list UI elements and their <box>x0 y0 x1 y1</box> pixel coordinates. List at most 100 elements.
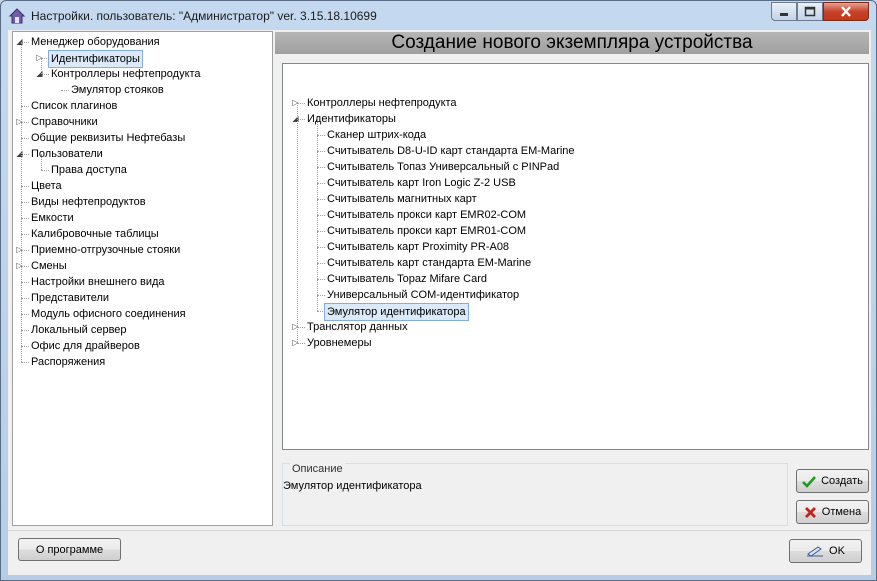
window-title: Настройки. пользователь: "Администратор"… <box>31 9 377 23</box>
settings-tree-item[interactable]: Офис для драйверов <box>31 338 140 354</box>
settings-tree-item-label: Список плагинов <box>31 100 118 112</box>
header-title: Создание нового экземпляра устройства <box>391 32 753 53</box>
settings-tree-item[interactable]: Распоряжения <box>31 354 105 370</box>
device-tree-item[interactable]: Считыватель карт стандарта EM-Marine <box>327 255 531 271</box>
collapse-arrow-icon[interactable]: ◢ <box>15 37 24 46</box>
settings-tree-item[interactable]: Эмулятор стояков <box>71 82 164 98</box>
device-tree-item-label: Считыватель Topaz Mifare Card <box>327 273 487 285</box>
cancel-button[interactable]: Отмена <box>796 500 869 524</box>
device-tree-item[interactable]: Считыватель карт Iron Logic Z-2 USB <box>327 175 516 191</box>
tree-connector <box>21 218 29 219</box>
device-tree-item[interactable]: Считыватель прокси карт EMR01-COM <box>327 223 526 239</box>
tree-connector <box>21 314 29 315</box>
device-tree-item[interactable]: Считыватель прокси карт EMR02-COM <box>327 207 526 223</box>
settings-tree-item[interactable]: Права доступа <box>51 162 127 178</box>
ok-button-label: OK <box>829 545 845 557</box>
tree-connector <box>317 167 325 168</box>
settings-tree-item-label: Виды нефтепродуктов <box>31 196 146 208</box>
settings-tree-item-label: Эмулятор стояков <box>71 84 164 96</box>
client-area: Менеджер оборудования ◢ Идентификаторы ▷ Кон… <box>8 30 871 575</box>
expand-arrow-icon[interactable]: ▷ <box>291 322 300 331</box>
settings-tree-item[interactable]: Модуль офисного соединения <box>31 306 186 322</box>
device-tree-item[interactable]: Эмулятор идентификатора <box>324 303 469 321</box>
settings-tree-item-label: Распоряжения <box>31 356 106 368</box>
settings-tree-item-label: Представители <box>31 292 110 304</box>
device-tree-item-label: Считыватель Топаз Универсальный с PINPad <box>327 161 560 173</box>
device-tree-item-label: Считыватель магнитных карт <box>327 193 477 205</box>
device-tree-item[interactable]: Идентификаторы <box>307 111 396 127</box>
tree-connector <box>21 330 29 331</box>
settings-tree-item[interactable]: Цвета <box>31 178 62 194</box>
device-tree-item[interactable]: Считыватель Topaz Mifare Card <box>327 271 487 287</box>
settings-tree-item[interactable]: Справочники <box>31 114 98 130</box>
device-tree-item[interactable]: Универсальный COM-идентификатор <box>327 287 519 303</box>
footer-separator <box>8 530 871 531</box>
tree-connector <box>21 202 29 203</box>
device-tree-item[interactable]: Считыватель Топаз Универсальный с PINPad <box>327 159 559 175</box>
device-tree-item-label: Считыватель прокси карт EMR02-COM <box>327 209 527 221</box>
expand-arrow-icon[interactable]: ▷ <box>291 338 300 347</box>
close-icon <box>841 6 851 17</box>
settings-tree-item[interactable]: Настройки внешнего вида <box>31 274 165 290</box>
create-button[interactable]: Создать <box>796 469 869 493</box>
device-tree-item[interactable]: Транслятор данных <box>307 319 408 335</box>
settings-tree-item-label: Емкости <box>31 212 74 224</box>
settings-tree-item[interactable]: Смены <box>31 258 67 274</box>
expand-arrow-icon[interactable]: ▷ <box>15 117 24 126</box>
checkmark-icon <box>802 475 817 488</box>
app-house-icon <box>9 8 25 24</box>
settings-tree-item[interactable]: Приемно-отгрузочные стояки <box>31 242 180 258</box>
device-tree-item[interactable]: Контроллеры нефтепродукта <box>307 95 457 111</box>
settings-tree-item[interactable]: Контроллеры нефтепродукта <box>51 66 201 82</box>
settings-tree-item[interactable]: Калибровочные таблицы <box>31 226 159 242</box>
device-tree-item[interactable]: Сканер штрих-кода <box>327 127 426 143</box>
settings-tree-item[interactable]: Емкости <box>31 210 74 226</box>
tree-connector <box>317 151 325 152</box>
settings-tree-item[interactable]: Представители <box>31 290 109 306</box>
device-type-tree[interactable]: Контроллеры нефтепродукта ▷ Идентификаторы… <box>282 63 869 450</box>
tree-connector <box>21 234 29 235</box>
minimize-button[interactable] <box>771 2 797 21</box>
settings-tree-item-label: Калибровочные таблицы <box>31 228 159 240</box>
settings-tree-item-label: Менеджер оборудования <box>31 36 160 48</box>
tree-connector <box>41 170 49 171</box>
settings-tree-item-label: Смены <box>31 260 67 272</box>
tree-connector <box>21 298 29 299</box>
expand-arrow-icon[interactable]: ▷ <box>15 261 24 270</box>
device-tree-item[interactable]: Считыватель D8-U-ID карт стандарта EM-Ma… <box>327 143 575 159</box>
tree-connector <box>61 90 69 91</box>
settings-tree[interactable]: Менеджер оборудования ◢ Идентификаторы ▷ Кон… <box>12 31 273 526</box>
close-window-button[interactable] <box>823 2 869 21</box>
about-button[interactable]: О программе <box>18 538 121 561</box>
tree-connector <box>317 135 325 136</box>
settings-tree-item[interactable]: Идентификаторы <box>48 50 143 68</box>
title-bar: Настройки. пользователь: "Администратор"… <box>1 1 876 31</box>
settings-tree-item[interactable]: Общие реквизиты Нефтебазы <box>31 130 185 146</box>
expand-arrow-icon[interactable]: ▷ <box>291 98 300 107</box>
settings-tree-item[interactable]: Менеджер оборудования <box>31 34 160 50</box>
collapse-arrow-icon[interactable]: ◢ <box>15 149 24 158</box>
tree-guide-line <box>41 58 42 74</box>
settings-tree-item-label: Приемно-отгрузочные стояки <box>31 244 181 256</box>
settings-tree-item[interactable]: Список плагинов <box>31 98 117 114</box>
tree-connector <box>21 282 29 283</box>
device-tree-item[interactable]: Уровнемеры <box>307 335 371 351</box>
collapse-arrow-icon[interactable]: ◢ <box>35 69 44 78</box>
tree-guide-line <box>297 103 298 344</box>
cross-icon <box>804 506 816 518</box>
tree-guide-line <box>21 42 22 362</box>
tree-connector <box>317 279 325 280</box>
device-tree-item-label: Считыватель D8-U-ID карт стандарта EM-Ma… <box>327 145 575 157</box>
maximize-button[interactable] <box>797 2 823 21</box>
settings-tree-item-label: Общие реквизиты Нефтебазы <box>31 132 186 144</box>
device-tree-item-label: Контроллеры нефтепродукта <box>307 97 457 109</box>
collapse-arrow-icon[interactable]: ◢ <box>291 114 300 123</box>
tree-connector <box>21 362 29 363</box>
settings-tree-item[interactable]: Виды нефтепродуктов <box>31 194 146 210</box>
expand-arrow-icon[interactable]: ▷ <box>15 245 24 254</box>
settings-tree-item[interactable]: Локальный сервер <box>31 322 127 338</box>
device-tree-item[interactable]: Считыватель карт Proximity PR-A08 <box>327 239 509 255</box>
device-tree-item[interactable]: Считыватель магнитных карт <box>327 191 477 207</box>
expand-arrow-icon[interactable]: ▷ <box>35 53 44 62</box>
ok-button[interactable]: OK <box>789 539 862 563</box>
